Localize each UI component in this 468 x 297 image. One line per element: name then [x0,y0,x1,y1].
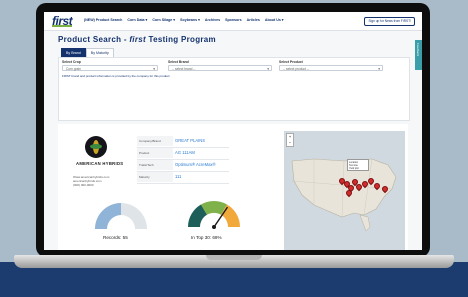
info-value[interactable]: AG 111AM [175,148,195,158]
info-row: Maturity 111 [137,172,229,184]
top30-gauge [188,201,240,229]
info-key: Traits/Tech [137,160,173,170]
brand-select-value: -- select brand -- [172,67,196,71]
product-select[interactable]: -- select product -- ▾ [279,65,383,71]
laptop-screen: first (NEW) Product Search Corn Data ▾ C… [44,12,422,250]
records-gauge-fill [95,203,121,229]
crop-select[interactable]: Corn grain ▾ [62,65,158,71]
product-select-value: -- select product -- [283,67,309,71]
info-value[interactable]: GREAT PLAINS [175,136,205,146]
feedback-tab-label: Feedback [416,43,420,57]
chevron-down-icon: ▾ [267,67,269,71]
company-address-line: (000) 000-0000 [73,183,94,187]
top-nav: first (NEW) Product Search Corn Data ▾ C… [44,12,422,31]
nav-links: (NEW) Product Search Corn Data ▾ Corn Si… [84,18,284,22]
test-site-map[interactable]: + − Location Test site Yield plot [284,131,405,250]
page-title: Product Search - first Testing Program [58,35,216,44]
logo-underline [52,25,72,27]
gauge-hub [212,225,216,229]
crop-select-value: Corn grain [66,67,81,71]
records-label: Records: 55 [103,235,128,240]
info-key: Company/Brand [137,136,173,146]
florida-shape [359,214,371,232]
title-brand: first [129,35,146,44]
brand-select[interactable]: -- select brand -- ▾ [168,65,272,71]
chevron-down-icon: ▾ [378,67,380,71]
feedback-tab[interactable]: Feedback [415,40,422,70]
nav-link-product-search[interactable]: (NEW) Product Search [84,18,122,22]
info-row: Traits/Tech Optimum® AcreMax® [137,160,229,172]
top30-label: In Top 30: 69% [191,235,222,240]
brand-label: Select Brand [168,60,189,64]
nav-link-corn-data[interactable]: Corn Data ▾ [127,18,147,22]
american-hybrids-logo [85,136,107,158]
map-popup-line: Yield plot [349,167,359,170]
chevron-down-icon: ▾ [153,67,155,71]
info-value[interactable]: 111 [175,172,181,182]
product-details: AMERICAN HYBRIDS Www.americanhybrids.com… [58,124,408,250]
signup-button[interactable]: Sign up for News from FIRST! [364,17,415,26]
info-row: Product AG 111AM [137,148,229,160]
product-label: Select Product [279,60,303,64]
map-popup: Location Test site Yield plot [347,159,369,171]
product-info-table: Company/Brand GREAT PLAINS Product AG 11… [137,136,229,184]
info-row: Company/Brand GREAT PLAINS [137,136,229,148]
nav-link-sponsors[interactable]: Sponsors [225,18,242,22]
info-value[interactable]: Optimum® AcreMax® [175,160,216,170]
laptop-notch [206,255,262,260]
title-suffix: Testing Program [145,35,216,44]
info-key: Product [137,148,173,158]
map-zoom-control[interactable]: + − [286,133,294,147]
company-name: AMERICAN HYBRIDS [76,161,124,166]
nav-link-corn-silage[interactable]: Corn Silage ▾ [152,18,175,22]
logo-leaf-icon [90,144,102,149]
company-address: Www.americanhybrids.com americanhybrids.… [73,175,121,187]
nav-link-articles[interactable]: Articles [247,18,260,22]
nav-link-archives[interactable]: Archives [205,18,220,22]
nav-link-soybeans[interactable]: Soybeans ▾ [180,18,200,22]
filter-note: FIRST brand and product information is p… [62,74,171,78]
filter-panel: Select Crop Corn grain ▾ Select Brand -- … [58,57,410,121]
title-prefix: Product Search - [58,35,130,44]
zoom-out-button[interactable]: − [287,140,293,146]
crop-label: Select Crop [62,60,81,64]
info-key: Maturity [137,172,173,182]
records-gauge [95,203,147,229]
nav-link-about-us[interactable]: About Us ▾ [265,18,284,22]
